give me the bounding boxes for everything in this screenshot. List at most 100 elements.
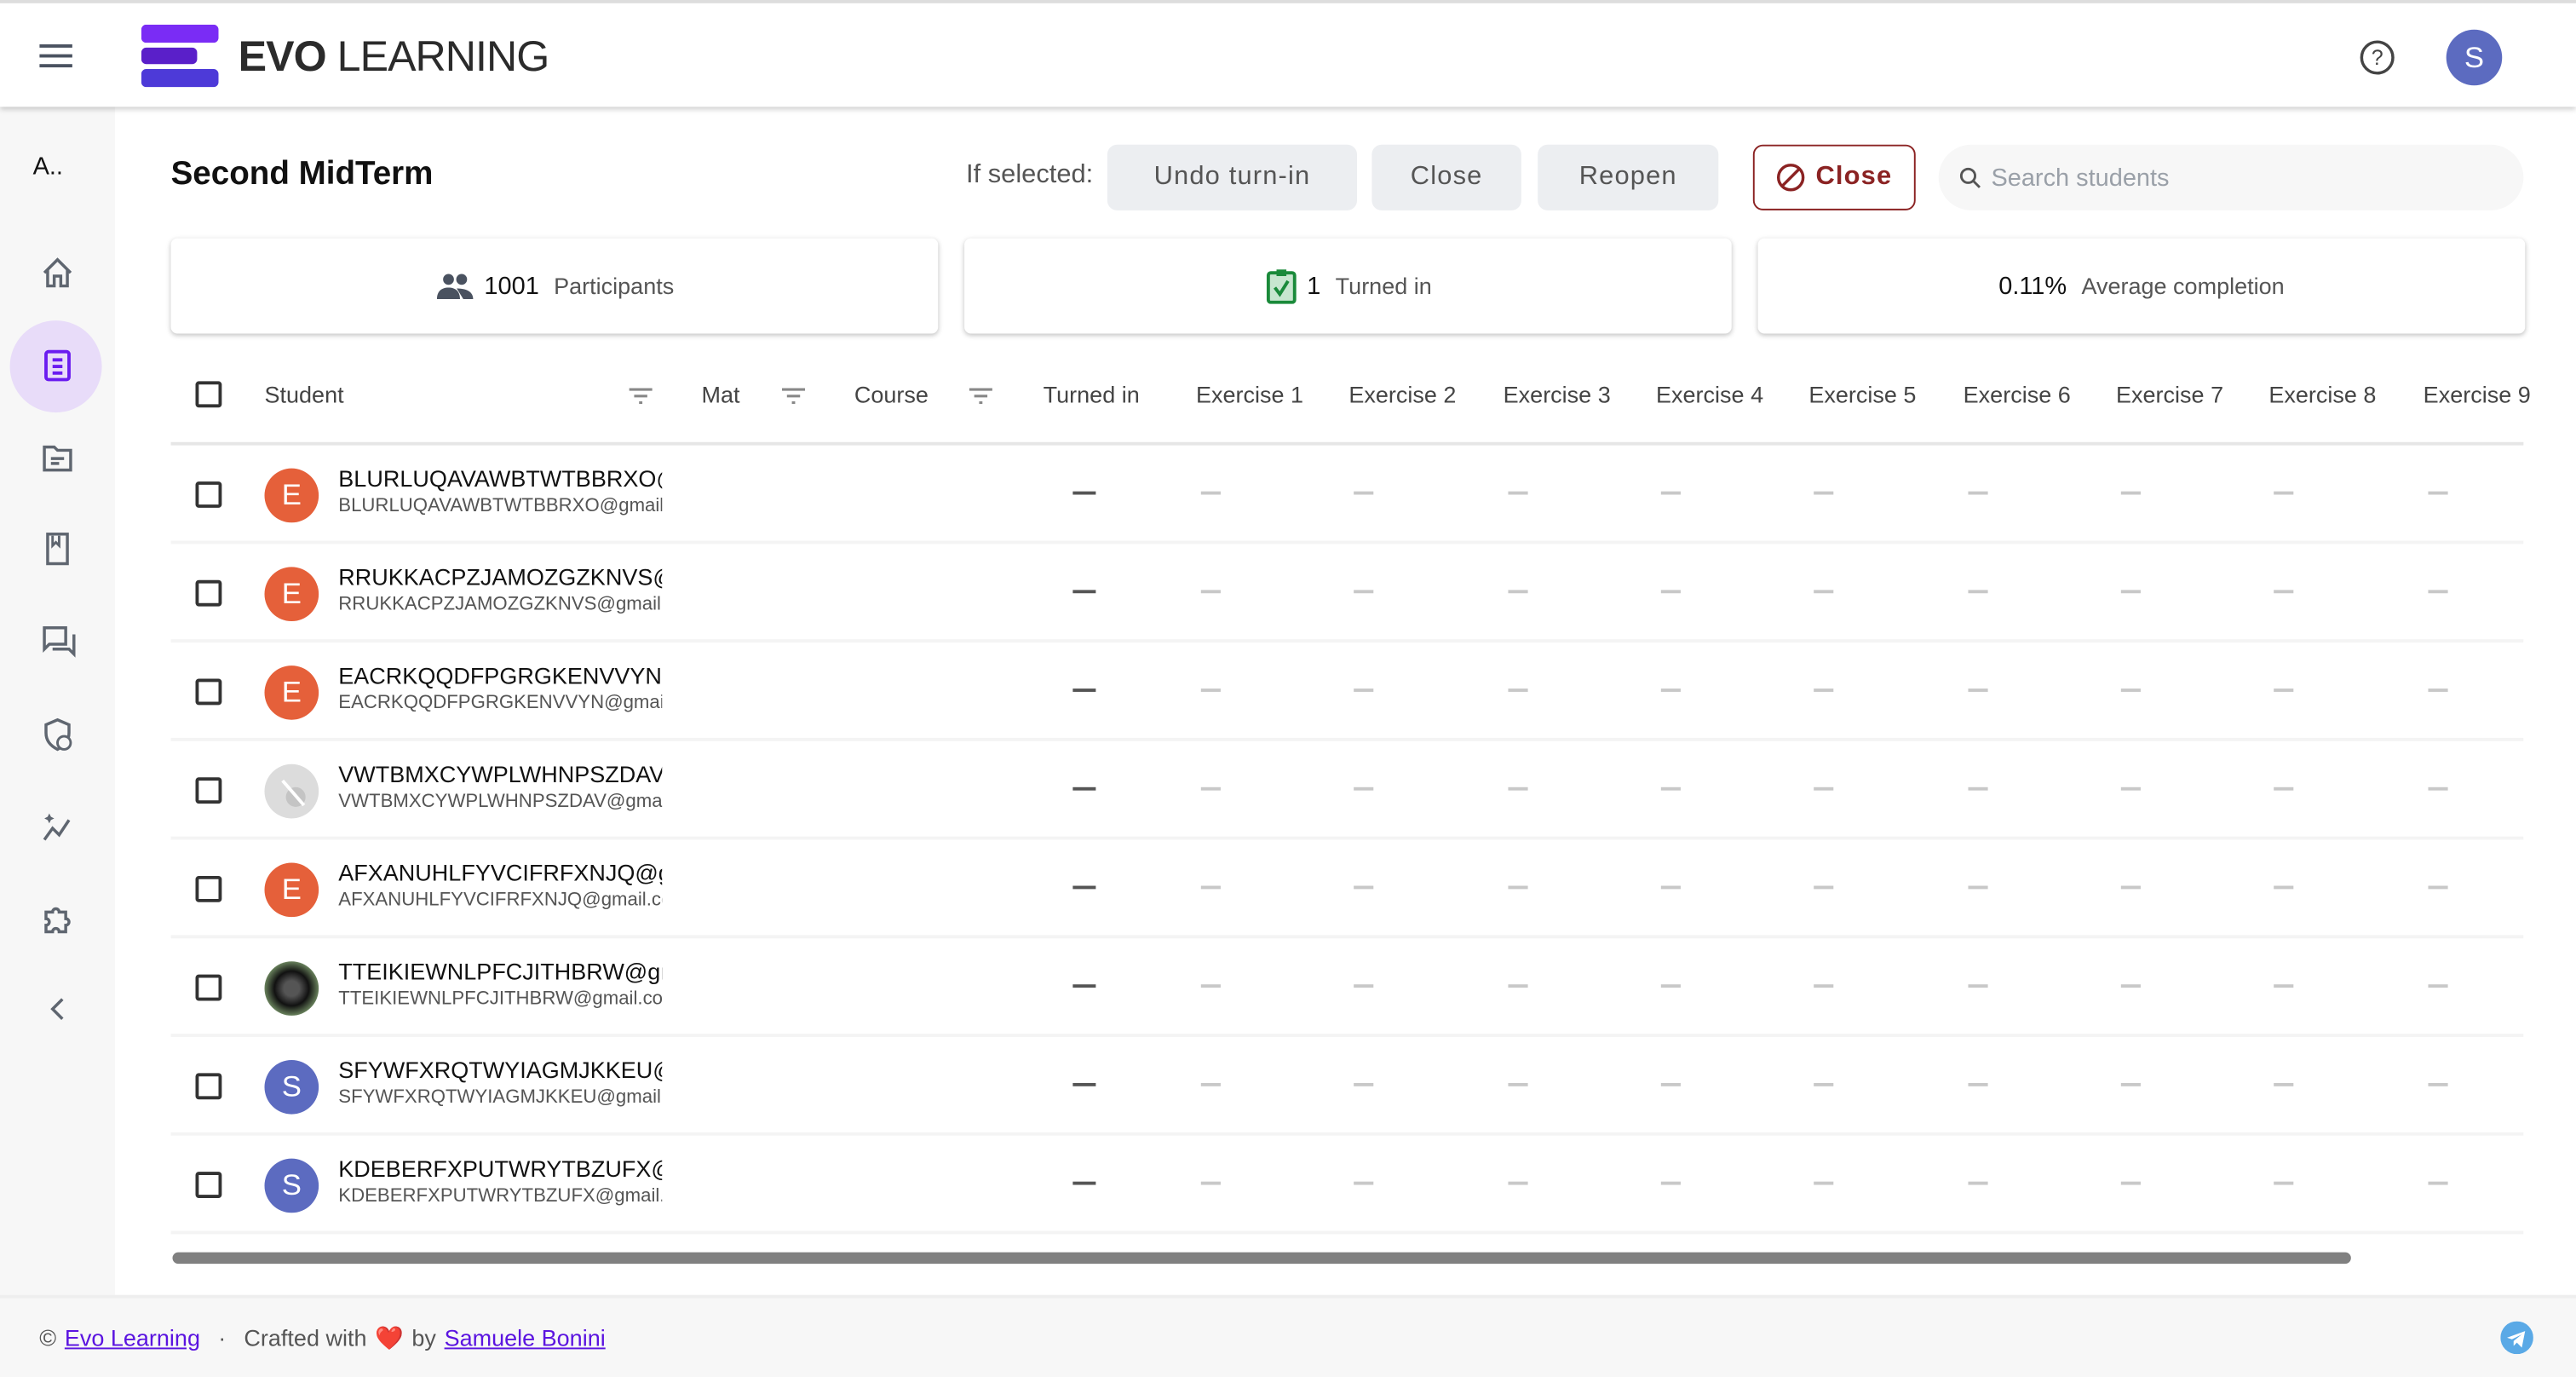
turned-in-empty (1072, 491, 1096, 495)
select-all-checkbox[interactable] (195, 381, 222, 408)
column-exercise-4[interactable]: Exercise 4 (1656, 381, 1763, 407)
sidebar-item-forum[interactable] (35, 618, 81, 664)
sidebar-item-admin[interactable] (35, 712, 81, 758)
column-mat[interactable]: Mat (702, 381, 740, 407)
exercise-5-empty (1814, 1181, 1834, 1184)
row-checkbox[interactable] (195, 1073, 222, 1100)
sidebar-item-extensions[interactable] (35, 896, 81, 942)
close-selected-button[interactable]: Close (1371, 144, 1521, 210)
table-row[interactable]: VWTBMXCYWPLWHNPSZDAV@gmail.com VWTBMXCYW… (170, 741, 2524, 840)
brand-name[interactable]: EVO LEARNING (238, 31, 550, 83)
people-icon (436, 274, 473, 300)
logo-icon (141, 24, 219, 88)
filter-icon[interactable] (968, 384, 994, 407)
student-name[interactable]: TTEIKIEWNLPFCJITHBRW@gmail.com (338, 958, 662, 984)
row-checkbox[interactable] (195, 579, 222, 607)
telegram-icon[interactable] (2500, 1321, 2533, 1355)
exercise-9-empty (2428, 688, 2448, 691)
column-turned-in[interactable]: Turned in (1044, 381, 1140, 407)
column-exercise-6[interactable]: Exercise 6 (1964, 381, 2071, 407)
exercise-3-empty (1508, 590, 1528, 593)
student-name[interactable]: AFXANUHLFYVCIFRFXNJQ@gmail.com (338, 860, 662, 886)
filter-icon[interactable] (780, 384, 807, 407)
student-name[interactable]: RRUKKACPZJAMOZGZKNVS@gmail.com (338, 564, 662, 591)
student-name[interactable]: SFYWFXRQTWYIAGMJKKEU@gmail.com (338, 1057, 662, 1083)
exercise-1-empty (1200, 688, 1221, 691)
exercise-1-empty (1200, 590, 1221, 593)
student-name[interactable]: BLURLUQAVAWBTWTBBRXO@gmail.com (338, 465, 662, 492)
sidebar-item-home[interactable] (35, 250, 81, 296)
column-exercise-3[interactable]: Exercise 3 (1504, 381, 1611, 407)
student-avatar-placeholder (264, 763, 319, 819)
author-link[interactable]: Samuele Bonini (445, 1324, 606, 1351)
table-row[interactable]: E EACRKQQDFPGRGKENVVYN@gmail.com EACRKQQ… (170, 642, 2524, 741)
exercise-9-empty (2428, 885, 2448, 889)
exercise-9-empty (2428, 491, 2448, 494)
column-exercise-9[interactable]: Exercise 9 (2424, 381, 2531, 407)
copyright-symbol: © (39, 1324, 57, 1351)
home-icon (43, 257, 72, 288)
exercise-9-empty (2428, 1181, 2448, 1184)
exercise-8-empty (2274, 885, 2294, 889)
svg-text:?: ? (2372, 46, 2383, 70)
brand-bold: EVO (238, 31, 327, 81)
table-row[interactable]: S KDEBERFXPUTWRYTBZUFX@gmail.com KDEBERF… (170, 1136, 2524, 1235)
filter-icon[interactable] (628, 384, 654, 407)
user-avatar[interactable]: S (2446, 29, 2503, 86)
menu-icon[interactable] (39, 43, 75, 69)
collapse-sidebar-button[interactable] (35, 986, 81, 1032)
exercise-3-empty (1508, 786, 1528, 790)
undo-turn-in-button[interactable]: Undo turn-in (1107, 144, 1358, 210)
row-checkbox[interactable] (195, 481, 222, 508)
student-name[interactable]: KDEBERFXPUTWRYTBZUFX@gmail.com (338, 1155, 662, 1182)
table-row[interactable]: E AFXANUHLFYVCIFRFXNJQ@gmail.com AFXANUH… (170, 840, 2524, 939)
row-checkbox[interactable] (195, 974, 222, 1001)
exercise-6-empty (1968, 786, 1988, 790)
turned-in-empty (1072, 1181, 1096, 1185)
horizontal-scrollbar[interactable] (172, 1252, 2351, 1265)
exercise-5-empty (1814, 984, 1834, 988)
student-name[interactable]: VWTBMXCYWPLWHNPSZDAV@gmail.com (338, 761, 662, 787)
column-exercise-1[interactable]: Exercise 1 (1196, 381, 1303, 407)
participants-label: Participants (554, 273, 675, 300)
help-icon[interactable]: ? (2359, 39, 2395, 75)
row-checkbox[interactable] (195, 777, 222, 804)
column-student[interactable]: Student (265, 381, 344, 407)
student-email: EACRKQQDFPGRGKENVVYN@gmail.com (338, 693, 662, 714)
exercise-9-empty (2428, 1082, 2448, 1086)
exercise-9-empty (2428, 984, 2448, 988)
exercise-6-empty (1968, 1181, 1988, 1184)
sidebar-item-assignments[interactable] (35, 342, 81, 388)
course-abbrev[interactable]: A.. (33, 153, 63, 181)
reopen-button[interactable]: Reopen (1538, 144, 1719, 210)
student-name[interactable]: EACRKQQDFPGRGKENVVYN@gmail.com (338, 662, 662, 688)
search-box[interactable] (1938, 144, 2524, 210)
table-row[interactable]: E BLURLUQAVAWBTWTBBRXO@gmail.com BLURLUQ… (170, 446, 2524, 544)
close-assignment-button[interactable]: Close (1752, 144, 1916, 210)
turned-in-empty (1072, 984, 1096, 988)
search-input[interactable] (1991, 163, 2485, 192)
column-course[interactable]: Course (854, 381, 929, 407)
sidebar-item-books[interactable] (35, 526, 81, 572)
table-row[interactable]: E RRUKKACPZJAMOZGZKNVS@gmail.com RRUKKAC… (170, 544, 2524, 643)
column-exercise-5[interactable]: Exercise 5 (1808, 381, 1916, 407)
column-exercise-7[interactable]: Exercise 7 (2116, 381, 2223, 407)
exercise-7-empty (2120, 885, 2141, 889)
assignment-icon (44, 349, 71, 382)
sidebar-item-analytics[interactable] (35, 804, 81, 850)
column-exercise-8[interactable]: Exercise 8 (2268, 381, 2376, 407)
exercise-6-empty (1968, 491, 1988, 494)
column-exercise-2[interactable]: Exercise 2 (1348, 381, 1456, 407)
average-completion-value: 0.11% (1998, 272, 2067, 300)
row-checkbox[interactable] (195, 1172, 222, 1198)
table-row[interactable]: S SFYWFXRQTWYIAGMJKKEU@gmail.com SFYWFXR… (170, 1037, 2524, 1136)
person-off-icon (280, 778, 305, 806)
table-row[interactable]: TTEIKIEWNLPFCJITHBRW@gmail.com TTEIKIEWN… (170, 938, 2524, 1037)
exercise-3-empty (1508, 885, 1528, 889)
exercise-4-empty (1660, 1082, 1681, 1086)
evo-learning-link[interactable]: Evo Learning (65, 1324, 200, 1351)
row-checkbox[interactable] (195, 678, 222, 706)
sidebar-item-files[interactable] (35, 434, 81, 480)
shield-person-icon (44, 717, 72, 752)
row-checkbox[interactable] (195, 875, 222, 902)
